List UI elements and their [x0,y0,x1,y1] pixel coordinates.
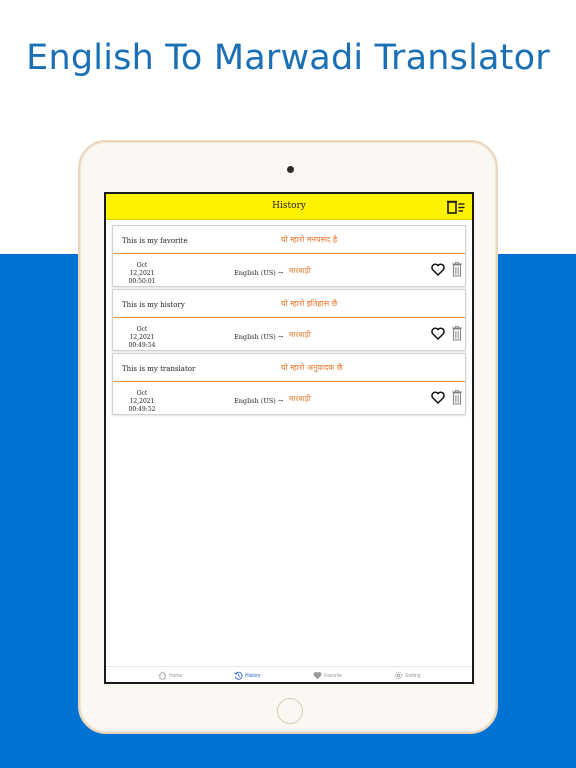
favorite-heart-icon[interactable] [431,391,445,404]
date-text: Oct 12,2021 [129,262,155,277]
nav-label: Setting [405,673,421,679]
home-button[interactable] [277,698,303,724]
history-card[interactable]: This is my translator यो म्हारो अनुवादक … [112,353,466,415]
delete-trash-icon[interactable] [452,262,462,277]
target-language: मारवाड़ी [289,394,311,403]
camera-dot [287,166,294,173]
source-language: English (US) → [234,397,284,405]
app-bar-title: History [272,201,306,211]
home-icon [158,671,167,680]
time-text: 00:49:54 [128,342,156,349]
time-text: 00:50:01 [128,278,156,285]
history-card[interactable]: This is my history यो म्हारो इतिहास छै O… [112,289,466,351]
date-text: Oct 12,2021 [129,326,155,341]
history-card[interactable]: This is my favorite यो म्हारो मनपसंद है … [112,225,466,287]
translated-text: यो म्हारो इतिहास छै [281,299,338,308]
source-language: English (US) → [234,269,284,277]
card-text-row: This is my history यो म्हारो इतिहास छै [113,290,465,318]
card-text-row: This is my favorite यो म्हारो मनपसंद है [113,226,465,254]
card-text-row: This is my translator यो म्हारो अनुवादक … [113,354,465,382]
source-text: This is my favorite [122,237,188,245]
source-text: This is my history [122,301,185,309]
timestamp: Oct 12,2021 00:49:52 [124,390,160,414]
history-icon [234,671,243,680]
target-language: मारवाड़ी [289,266,311,275]
favorite-heart-icon[interactable] [431,327,445,340]
nav-label: History [245,673,261,679]
source-language: English (US) → [234,333,284,341]
gear-icon [394,671,403,680]
time-text: 00:49:52 [128,406,156,413]
heart-icon [313,671,322,680]
bottom-nav: Home History Favorite Setting [106,666,472,682]
timestamp: Oct 12,2021 00:49:54 [124,326,160,350]
delete-trash-icon[interactable] [452,390,462,405]
tablet-frame: History This is my favorite यो म्हारो मन… [78,140,498,734]
timestamp: Oct 12,2021 00:50:01 [124,262,160,286]
favorite-heart-icon[interactable] [431,263,445,276]
page-headline: English To Marwadi Translator [26,38,550,78]
date-text: Oct 12,2021 [129,390,155,405]
nav-label: Favorite [324,673,343,679]
target-language: मारवाड़ी [289,330,311,339]
delete-trash-icon[interactable] [452,326,462,341]
nav-label: Home [169,673,183,679]
app-bar: History [106,194,472,220]
clear-all-icon[interactable] [447,200,465,214]
translated-text: यो म्हारो अनुवादक छै [281,363,343,372]
translated-text: यो म्हारो मनपसंद है [281,235,338,244]
app-screen: History This is my favorite यो म्हारो मन… [104,192,474,684]
source-text: This is my translator [122,365,196,373]
